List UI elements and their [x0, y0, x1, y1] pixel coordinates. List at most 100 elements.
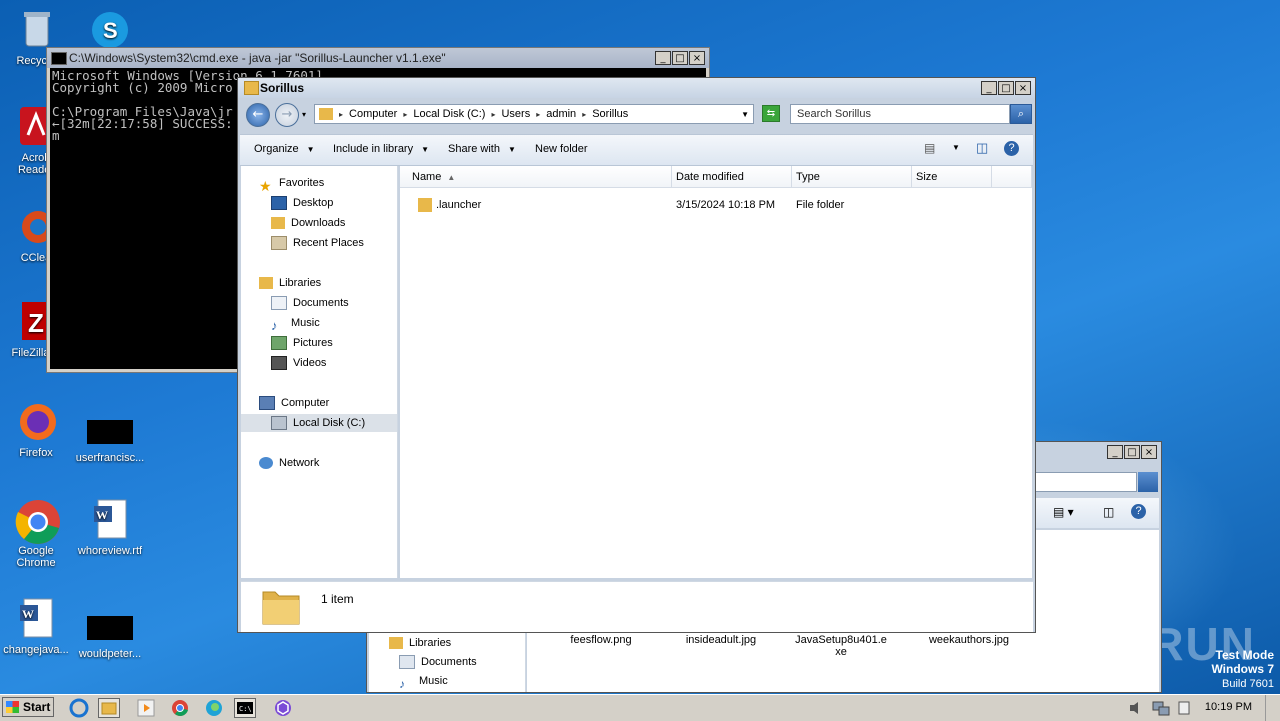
sorillus-app-icon[interactable]	[272, 698, 294, 718]
back-arrow-icon[interactable]: ←	[246, 103, 270, 127]
nav-music[interactable]: ♪ Music	[399, 672, 448, 691]
chevron-right-icon[interactable]: ▸	[491, 110, 495, 119]
desktop-icon-chrome[interactable]: Google Chrome	[0, 498, 74, 569]
folder-icon	[418, 198, 432, 212]
action-center-icon[interactable]	[1174, 698, 1196, 718]
include-in-library-button[interactable]: Include in library ▼	[333, 143, 429, 155]
file-item[interactable]: weekauthors.jpg	[919, 634, 1019, 646]
explorer-titlebar[interactable]: Sorillus	[238, 78, 1035, 98]
network-icon	[259, 457, 273, 470]
explorer-window[interactable]: Sorillus _ □ × ← → ▾ ▸ Computer ▸ Local …	[237, 77, 1036, 633]
pictures-icon	[271, 336, 287, 351]
cmd-titlebar[interactable]: C:\Windows\System32\cmd.exe - java -jar …	[47, 48, 709, 68]
nav-documents[interactable]: Documents	[399, 653, 477, 671]
breadcrumb-local-disk[interactable]: Local Disk (C:)	[413, 108, 485, 120]
file-item[interactable]: insideadult.jpg	[681, 634, 761, 646]
preview-pane-icon[interactable]: ◫	[976, 140, 988, 156]
firefox-icon	[14, 400, 58, 444]
folder-icon	[244, 81, 259, 95]
svg-text:Z: Z	[28, 308, 44, 338]
forward-arrow-icon[interactable]: →	[275, 103, 299, 127]
chevron-right-icon[interactable]: ▸	[536, 110, 540, 119]
chevron-right-icon[interactable]: ▸	[582, 110, 586, 119]
start-button[interactable]: Start	[2, 697, 54, 717]
network-tray-icon[interactable]	[1150, 698, 1172, 718]
help-icon[interactable]: ?	[1004, 141, 1019, 156]
search-button[interactable]	[1138, 472, 1158, 492]
window-controls: _ □ ×	[655, 51, 705, 65]
table-row[interactable]: .launcher 3/15/2024 10:18 PM File folder	[400, 196, 1032, 214]
address-dropdown-chevron-icon[interactable]: ▼	[741, 110, 749, 119]
desktop-icon-wouldpeter[interactable]: wouldpeter...	[72, 606, 148, 660]
nav-downloads[interactable]: Downloads	[271, 214, 345, 232]
file-item[interactable]: feesflow.png	[561, 634, 641, 646]
desktop-icon-changejava[interactable]: W changejava...	[0, 597, 74, 656]
window-title: Sorillus	[260, 81, 305, 95]
media-player-icon[interactable]	[135, 698, 157, 718]
nav-pictures[interactable]: Pictures	[271, 334, 333, 352]
refresh-icon[interactable]: ⇆	[762, 105, 780, 122]
chevron-right-icon[interactable]: ▸	[339, 110, 343, 119]
computer-icon	[259, 396, 275, 411]
nav-documents[interactable]: Documents	[271, 294, 349, 312]
search-icon[interactable]: ⌕	[1010, 104, 1032, 124]
column-header-name[interactable]: Name ▲	[400, 166, 672, 188]
word-document-icon: W	[14, 597, 58, 641]
nav-recent-places[interactable]: Recent Places	[271, 234, 364, 252]
item-count: 1 item	[321, 592, 354, 606]
search-input[interactable]: Search Sorillus	[790, 104, 1010, 124]
window-controls: _ □ ×	[981, 81, 1031, 95]
desktop-icon-userfrancisc[interactable]: userfrancisc...	[72, 410, 148, 464]
chevron-right-icon[interactable]: ▸	[403, 110, 407, 119]
explorer-taskbar-icon[interactable]	[98, 698, 120, 718]
nav-videos[interactable]: Videos	[271, 354, 326, 372]
desktop-icon-firefox[interactable]: Firefox	[0, 400, 74, 459]
view-options-chevron-icon[interactable]: ▼	[952, 143, 960, 152]
minimize-button[interactable]: _	[981, 81, 997, 95]
column-header-size[interactable]: Size	[912, 166, 992, 188]
address-bar[interactable]: ▸ Computer ▸ Local Disk (C:) ▸ Users ▸ a…	[314, 104, 754, 124]
cmd-title: C:\Windows\System32\cmd.exe - java -jar …	[69, 51, 446, 65]
file-date: 3/15/2024 10:18 PM	[676, 199, 776, 211]
clock[interactable]: 10:19 PM	[1205, 701, 1252, 713]
recent-pages-chevron-icon[interactable]: ▾	[302, 110, 306, 119]
maximize-button[interactable]: □	[998, 81, 1014, 95]
column-header-date[interactable]: Date modified	[672, 166, 792, 188]
nav-network[interactable]: Network	[259, 454, 319, 472]
nav-libraries[interactable]: Libraries	[259, 274, 321, 292]
nav-desktop[interactable]: Desktop	[271, 194, 333, 212]
edge-icon[interactable]	[203, 698, 225, 718]
videos-icon	[271, 356, 287, 371]
nav-local-disk[interactable]: Local Disk (C:)	[241, 414, 397, 432]
close-button[interactable]: ×	[1015, 81, 1031, 95]
nav-music[interactable]: ♪ Music	[271, 314, 320, 333]
breadcrumb-sorillus[interactable]: Sorillus	[592, 108, 628, 120]
breadcrumb-computer[interactable]: Computer	[349, 108, 397, 120]
organize-button[interactable]: Organize ▼	[254, 143, 315, 155]
internet-explorer-icon[interactable]	[68, 698, 90, 718]
minimize-button[interactable]: _	[1107, 445, 1123, 459]
help-icon[interactable]: ?	[1131, 504, 1146, 519]
close-button[interactable]: ×	[1141, 445, 1157, 459]
close-button[interactable]: ×	[689, 51, 705, 65]
chrome-taskbar-icon[interactable]	[169, 698, 191, 718]
nav-libraries[interactable]: Libraries	[389, 634, 451, 652]
new-folder-button[interactable]: New folder	[535, 143, 588, 155]
preview-pane-icon[interactable]: ◫	[1103, 505, 1114, 519]
change-view-icon[interactable]: ▤	[924, 141, 935, 155]
maximize-button[interactable]: □	[672, 51, 688, 65]
share-with-button[interactable]: Share with ▼	[448, 143, 516, 155]
maximize-button[interactable]: □	[1124, 445, 1140, 459]
column-header-type[interactable]: Type	[792, 166, 912, 188]
cmd-taskbar-icon[interactable]: C:\	[234, 698, 256, 718]
desktop-icon-whoreview[interactable]: W whoreview.rtf	[72, 498, 148, 557]
breadcrumb-users[interactable]: Users	[501, 108, 530, 120]
minimize-button[interactable]: _	[655, 51, 671, 65]
breadcrumb-admin[interactable]: admin	[546, 108, 576, 120]
nav-favorites[interactable]: ★ Favorites	[259, 174, 324, 194]
nav-computer[interactable]: Computer	[259, 394, 329, 412]
view-icon[interactable]: ▤ ▾	[1053, 505, 1074, 519]
volume-icon[interactable]	[1126, 698, 1148, 718]
show-desktop-button[interactable]	[1265, 695, 1280, 721]
file-item[interactable]: JavaSetup8u401.e xe	[791, 634, 891, 658]
